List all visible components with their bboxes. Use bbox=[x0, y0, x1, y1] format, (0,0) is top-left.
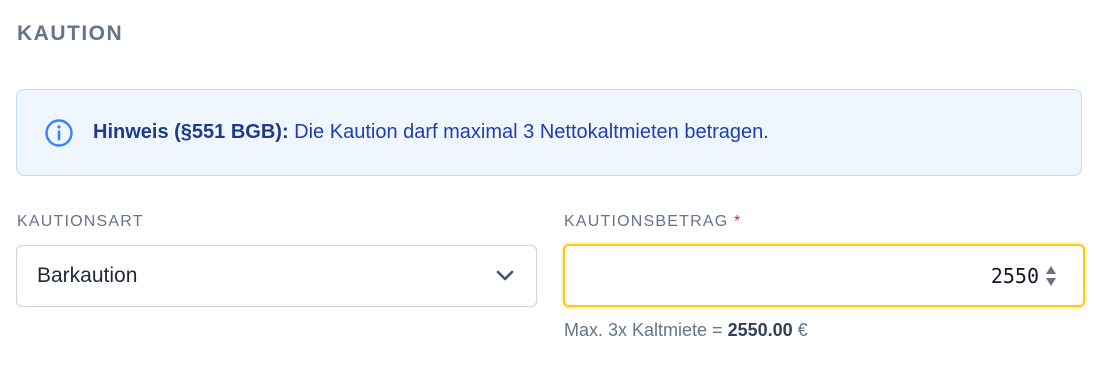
deposit-type-value: Barkaution bbox=[37, 264, 138, 287]
deposit-type-label-text: KAUTIONSART bbox=[17, 213, 144, 230]
deposit-amount-input[interactable]: 2550 bbox=[563, 244, 1085, 307]
deposit-type-label: KAUTIONSART bbox=[17, 213, 144, 231]
helper-amount: 2550.00 bbox=[727, 320, 793, 340]
info-notice: Hinweis (§551 BGB): Die Kaution darf max… bbox=[16, 89, 1082, 176]
info-icon bbox=[44, 118, 74, 148]
stepper-arrows-icon[interactable] bbox=[1045, 263, 1057, 289]
deposit-amount-label: KAUTIONSBETRAG * bbox=[564, 213, 741, 231]
helper-prefix: Max. 3x Kaltmiete = bbox=[564, 320, 728, 340]
notice-text: Hinweis (§551 BGB): Die Kaution darf max… bbox=[93, 121, 769, 144]
notice-message: Die Kaution darf maximal 3 Nettokaltmiet… bbox=[288, 121, 769, 143]
notice-bold-label: Hinweis (§551 BGB): bbox=[93, 121, 289, 143]
deposit-helper-text: Max. 3x Kaltmiete = 2550.00 € bbox=[564, 320, 808, 341]
required-marker: * bbox=[734, 213, 742, 230]
chevron-down-icon bbox=[496, 270, 514, 282]
deposit-amount-value: 2550 bbox=[990, 263, 1039, 288]
deposit-amount-label-text: KAUTIONSBETRAG bbox=[564, 213, 729, 230]
deposit-type-select[interactable]: Barkaution bbox=[16, 245, 537, 307]
section-title: KAUTION bbox=[17, 22, 124, 45]
helper-suffix: € bbox=[792, 320, 808, 340]
